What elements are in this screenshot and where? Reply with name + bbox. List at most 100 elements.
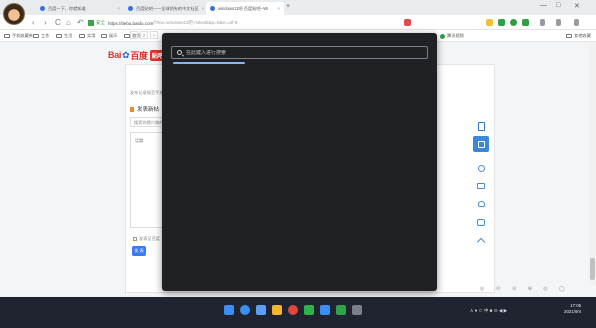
windows-taskbar: ∧ ● ⊂ 中 ■ ⊙ ◀ ▶ 17:05 2021/9/4 <box>0 297 596 328</box>
topic-tool[interactable]: 话题 <box>135 138 143 144</box>
maximize-button[interactable]: □ <box>556 2 560 9</box>
settings-icon[interactable] <box>352 305 362 315</box>
tab-label: 百度贴吧——全球领先的中文社区 <box>136 5 199 11</box>
photos-icon[interactable] <box>336 305 346 315</box>
undo-close-button[interactable]: ↶ <box>77 18 84 27</box>
anonymous-option[interactable]: 发表至百度 <box>133 236 160 242</box>
pager: <2 > <box>130 31 160 39</box>
heart-icon <box>477 201 485 207</box>
home-button[interactable]: ⌂ <box>66 18 71 27</box>
pager-prev[interactable]: < <box>130 31 138 39</box>
document-icon <box>477 121 485 131</box>
tab-close-icon[interactable]: × <box>199 6 204 11</box>
folder-icon <box>101 34 107 38</box>
sidebar-chat-button[interactable] <box>473 214 489 230</box>
sidebar-document-button[interactable] <box>473 118 489 134</box>
file-explorer-icon[interactable] <box>272 305 282 315</box>
scrollbar-thumb[interactable] <box>590 258 595 280</box>
bookmark-item[interactable]: 腾讯视频 <box>440 33 464 39</box>
search-input[interactable] <box>186 49 416 56</box>
folder-icon <box>4 34 10 38</box>
task-view-icon[interactable] <box>256 305 266 315</box>
close-window-button[interactable]: ✕ <box>574 2 580 10</box>
menu-icon[interactable] <box>540 19 545 26</box>
folder-icon <box>566 34 572 38</box>
start-icon[interactable] <box>224 305 234 315</box>
search-icon <box>177 50 182 55</box>
refresh-button[interactable]: C <box>55 18 61 27</box>
new-tab-button[interactable]: + <box>286 3 290 10</box>
search-icon[interactable] <box>240 305 250 315</box>
browser-status-icons[interactable]: ◎ ⓦ ⊙ ⊕ ◎ ◯ <box>480 285 570 292</box>
page-scrollbar[interactable] <box>589 42 596 285</box>
folder-icon <box>79 34 85 38</box>
bookmark-label: 其他收藏 <box>574 33 591 38</box>
sidebar-edit-button[interactable] <box>473 136 489 152</box>
desktop-screen: 百度一下，你就知道 × 百度贴吧——全球领先的中文社区 × windows11吧… <box>0 0 596 328</box>
tab-close-icon[interactable]: × <box>115 6 120 11</box>
browser-tab-bar: 百度一下，你就知道 × 百度贴吧——全球领先的中文社区 × windows11吧… <box>0 0 596 15</box>
logo-text: Bai <box>108 50 122 60</box>
tab-close-icon[interactable]: × <box>275 6 280 11</box>
back-to-top-button[interactable] <box>473 232 489 248</box>
url-host: https://tieba.baidu.com <box>108 20 154 26</box>
browser-nav-bar: ‹ › C ⌂ ↶ 安全 https://tieba.baidu.com /f?… <box>0 15 596 30</box>
reader-mode-icon[interactable] <box>404 19 411 26</box>
bookmark-item[interactable]: 实用 <box>79 33 95 39</box>
extension-icon[interactable] <box>498 19 505 26</box>
submit-post-button[interactable]: 发 表 <box>132 246 146 256</box>
extension-icon[interactable] <box>486 19 493 26</box>
section-title: 发表新帖 <box>130 105 159 113</box>
browser-tab[interactable]: 百度贴吧——全球领先的中文社区 × <box>124 2 206 15</box>
settings-menu-icon[interactable] <box>574 19 579 26</box>
section-marker-icon <box>130 106 134 112</box>
address-bar[interactable]: 安全 https://tieba.baidu.com /f?kw=windows… <box>88 18 448 28</box>
system-tray[interactable]: ∧ ● ⊂ 中 ■ ⊙ ◀ ▶ <box>470 308 507 314</box>
mail-icon[interactable] <box>320 305 330 315</box>
download-icon[interactable] <box>556 19 561 26</box>
pager-next[interactable]: > <box>150 31 158 39</box>
secure-shield-icon <box>88 20 94 26</box>
breadcrumb[interactable]: 发布记录规范手册 <box>130 90 164 96</box>
baidu-paw-icon: ✿ <box>122 49 130 60</box>
edit-icon <box>477 140 485 148</box>
anonymous-label: 发表至百度 <box>139 236 160 241</box>
user-avatar[interactable] <box>3 3 25 25</box>
other-bookmarks[interactable]: 其他收藏 <box>566 33 591 39</box>
browser-tab-active[interactable]: windows11吧 百度贴吧--Wi × <box>206 2 284 15</box>
bookmark-label: 生活 <box>64 33 73 38</box>
section-title-text: 发表新帖 <box>137 107 160 113</box>
tieba-logo[interactable]: Bai ✿ 百度 贴吧 <box>108 49 166 61</box>
bookmark-item[interactable]: 工作 <box>33 33 49 39</box>
baidu-favicon-icon <box>40 6 45 11</box>
minimize-button[interactable]: — <box>540 2 547 9</box>
chat-icon <box>477 218 485 226</box>
logo-text: 百度 <box>130 50 148 61</box>
search-overlay <box>162 33 437 291</box>
anonymous-checkbox[interactable] <box>133 237 137 241</box>
sidebar-refresh-button[interactable] <box>473 160 489 176</box>
wechat-icon[interactable] <box>304 305 314 315</box>
bookmark-item[interactable]: 生活 <box>56 33 72 39</box>
extension-icon[interactable] <box>522 19 529 26</box>
sidebar-favorite-button[interactable] <box>473 196 489 212</box>
pager-page[interactable]: 2 <box>140 31 148 39</box>
bookmark-label: 实用 <box>87 33 96 38</box>
forward-button[interactable]: › <box>44 18 47 27</box>
tab-label: 百度一下，你就知道 <box>48 5 86 11</box>
clock-date: 2021/9/4 <box>564 309 582 314</box>
taskbar-clock[interactable]: 17:05 2021/9/4 <box>564 303 581 315</box>
sidebar-message-button[interactable] <box>473 178 489 194</box>
baidu-favicon-icon <box>128 6 133 11</box>
browser-tab[interactable]: 百度一下，你就知道 × <box>36 2 124 15</box>
extension-icon[interactable] <box>510 19 517 26</box>
video-favicon-icon <box>440 33 445 39</box>
folder-icon <box>33 34 39 38</box>
bookmark-item[interactable]: 娱乐 <box>101 33 117 39</box>
back-button[interactable]: ‹ <box>32 18 35 27</box>
bookmark-label: 娱乐 <box>109 33 118 38</box>
folder-icon <box>56 34 62 38</box>
bookmark-item[interactable]: 手机收藏夹 <box>4 33 33 39</box>
search-box[interactable] <box>171 46 428 59</box>
chrome-icon[interactable] <box>288 305 298 315</box>
